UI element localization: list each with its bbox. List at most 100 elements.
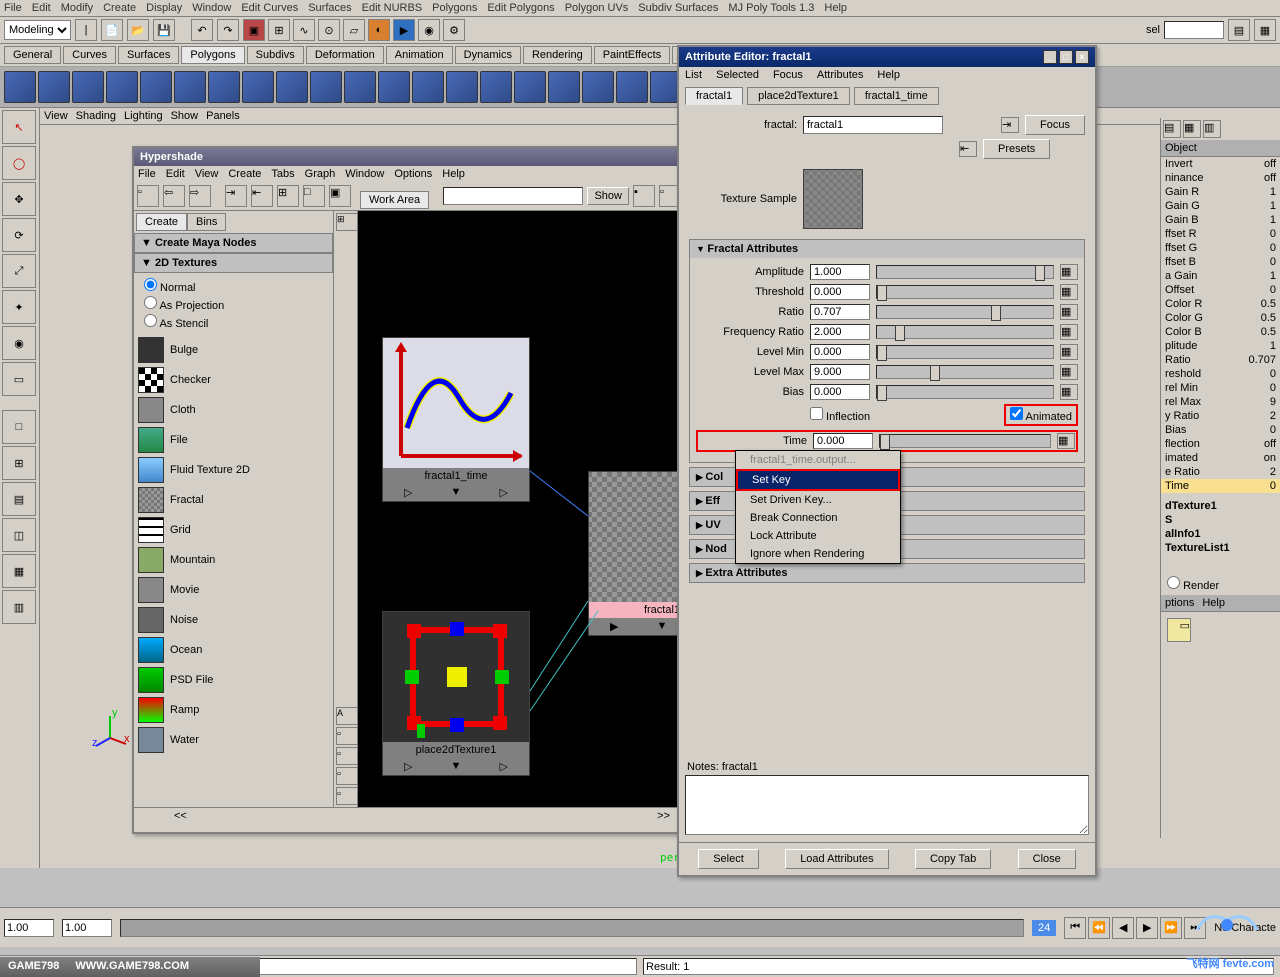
section-extra-attributes[interactable]: Extra Attributes (690, 564, 1084, 582)
channel-row[interactable]: a Gain1 (1161, 269, 1280, 283)
hs-menu-graph[interactable]: Graph (305, 168, 336, 180)
map-button-icon[interactable]: ▦ (1060, 324, 1078, 340)
hs-fwd-icon[interactable]: ⇨ (189, 185, 211, 207)
animated-checkbox[interactable]: Animated (1004, 404, 1078, 426)
channel-row[interactable]: y Ratio2 (1161, 409, 1280, 423)
shelf-tab-general[interactable]: General (4, 46, 61, 64)
minimize-icon[interactable]: _ (1043, 50, 1057, 64)
redo-icon[interactable]: ↷ (217, 19, 239, 41)
hs-show-icon[interactable]: □ (303, 185, 325, 207)
shelf-item-icon[interactable] (208, 71, 240, 103)
select-mask-icon[interactable]: ▣ (243, 19, 265, 41)
shelf-tab-subdivs[interactable]: Subdivs (247, 46, 304, 64)
texture-checker[interactable]: Checker (134, 365, 333, 395)
texture-ramp[interactable]: Ramp (134, 695, 333, 725)
attribute-editor-titlebar[interactable]: Attribute Editor: fractal1 _ □ × (679, 47, 1095, 67)
channel-row[interactable]: ffset R0 (1161, 227, 1280, 241)
panel-menu-panels[interactable]: Panels (206, 110, 240, 122)
attr-slider[interactable] (876, 325, 1054, 339)
render-icon[interactable]: ▶ (393, 19, 415, 41)
nav-out-icon[interactable]: ⇤ (959, 141, 977, 157)
shelf-item-icon[interactable] (378, 71, 410, 103)
hypershade-window[interactable]: Hypershade FileEditViewCreateTabsGraphWi… (132, 146, 712, 834)
persp-outliner-icon[interactable]: ▤ (2, 482, 36, 516)
step-fwd-icon[interactable]: ⏩ (1160, 917, 1182, 939)
shelf-item-icon[interactable] (106, 71, 138, 103)
attr-ratio-input[interactable] (810, 304, 870, 320)
hs-side-icon[interactable]: ▫ (336, 727, 358, 745)
menu-edit-curves[interactable]: Edit Curves (241, 2, 298, 14)
hs-menu-window[interactable]: Window (345, 168, 384, 180)
shelf-item-icon[interactable] (242, 71, 274, 103)
texture-fluid-texture-2d[interactable]: Fluid Texture 2D (134, 455, 333, 485)
undo-icon[interactable]: ↶ (191, 19, 213, 41)
channel-row[interactable]: e Ratio2 (1161, 465, 1280, 479)
ae-menu-selected[interactable]: Selected (716, 69, 759, 81)
menu-help[interactable]: Help (824, 2, 847, 14)
channel-row[interactable]: Gain R1 (1161, 185, 1280, 199)
ae-tab-fractal1_time[interactable]: fractal1_time (854, 87, 939, 105)
attr-level-max-input[interactable] (810, 364, 870, 380)
time-slider[interactable] (120, 919, 1024, 937)
shelf-item-icon[interactable] (4, 71, 36, 103)
channel-row[interactable]: Bias0 (1161, 423, 1280, 437)
context-set-key[interactable]: Set Key (736, 469, 900, 491)
hypershade-work-area[interactable]: Work Area (358, 211, 710, 807)
ae-tab-fractal1[interactable]: fractal1 (685, 87, 743, 105)
menu-file[interactable]: File (4, 2, 22, 14)
timeline[interactable]: 24 ⏮ ⏪ ◀ ▶ ⏩ ⏭ No Characte (0, 907, 1280, 947)
maximize-icon[interactable]: □ (1059, 50, 1073, 64)
node-name-input[interactable] (803, 116, 943, 134)
scroll-back[interactable]: << (174, 810, 187, 822)
channel-row[interactable]: Ratio0.707 (1161, 353, 1280, 367)
four-view-icon[interactable]: ⊞ (2, 446, 36, 480)
single-view-icon[interactable]: □ (2, 410, 36, 444)
menu-edit[interactable]: Edit (32, 2, 51, 14)
hs-menu-tabs[interactable]: Tabs (271, 168, 294, 180)
cb-layout-icon[interactable]: ▦ (1183, 120, 1201, 138)
lasso-tool-icon[interactable]: ◯ (2, 146, 36, 180)
context-set-driven-key-[interactable]: Set Driven Key... (736, 491, 900, 509)
shelf-tab-painteffects[interactable]: PaintEffects (594, 46, 671, 64)
hs-graph-in-icon[interactable]: ⇥ (225, 185, 247, 207)
context-ignore-when-rendering[interactable]: Ignore when Rendering (736, 545, 900, 563)
texture-psd-file[interactable]: PSD File (134, 665, 333, 695)
texture-movie[interactable]: Movie (134, 575, 333, 605)
attr-bias-input[interactable] (810, 384, 870, 400)
shelf-item-icon[interactable] (310, 71, 342, 103)
texture-noise[interactable]: Noise (134, 605, 333, 635)
shelf-item-icon[interactable] (582, 71, 614, 103)
soft-mod-tool-icon[interactable]: ◉ (2, 326, 36, 360)
panel-menu-lighting[interactable]: Lighting (124, 110, 163, 122)
shelf-item-icon[interactable] (344, 71, 376, 103)
sel-input[interactable] (1164, 21, 1224, 39)
shelf-tab-animation[interactable]: Animation (386, 46, 453, 64)
shape-node[interactable]: alInfo1 (1161, 527, 1280, 541)
shelf-item-icon[interactable] (514, 71, 546, 103)
panel-menu-show[interactable]: Show (171, 110, 199, 122)
menu-polygon-uvs[interactable]: Polygon UVs (565, 2, 629, 14)
attr-slider[interactable] (876, 345, 1054, 359)
hs-back-icon[interactable]: ⇦ (163, 185, 185, 207)
persp-graph-icon[interactable]: ▦ (2, 554, 36, 588)
shelf-item-icon[interactable] (616, 71, 648, 103)
texture-ocean[interactable]: Ocean (134, 635, 333, 665)
menu-polygons[interactable]: Polygons (432, 2, 477, 14)
ae-menu-focus[interactable]: Focus (773, 69, 803, 81)
channel-row[interactable]: Color B0.5 (1161, 325, 1280, 339)
shelf-item-icon[interactable] (276, 71, 308, 103)
attr-slider[interactable] (876, 385, 1054, 399)
hypershade-layout-icon[interactable]: ◫ (2, 518, 36, 552)
cb-layout-icon[interactable]: ▥ (1203, 120, 1221, 138)
load-attributes-button[interactable]: Load Attributes (785, 849, 888, 869)
channel-row[interactable]: flectionoff (1161, 437, 1280, 451)
play-fwd-icon[interactable]: ▶ (1136, 917, 1158, 939)
scroll-fwd[interactable]: >> (657, 810, 670, 822)
hs-side-aa-icon[interactable]: A (336, 707, 358, 725)
hs-menu-help[interactable]: Help (442, 168, 465, 180)
shape-node[interactable]: TextureList1 (1161, 541, 1280, 555)
hs-menu-edit[interactable]: Edit (166, 168, 185, 180)
ae-menu[interactable]: ListSelectedFocusAttributesHelp (679, 67, 1095, 83)
shape-node[interactable]: S (1161, 513, 1280, 527)
channel-row[interactable]: reshold0 (1161, 367, 1280, 381)
